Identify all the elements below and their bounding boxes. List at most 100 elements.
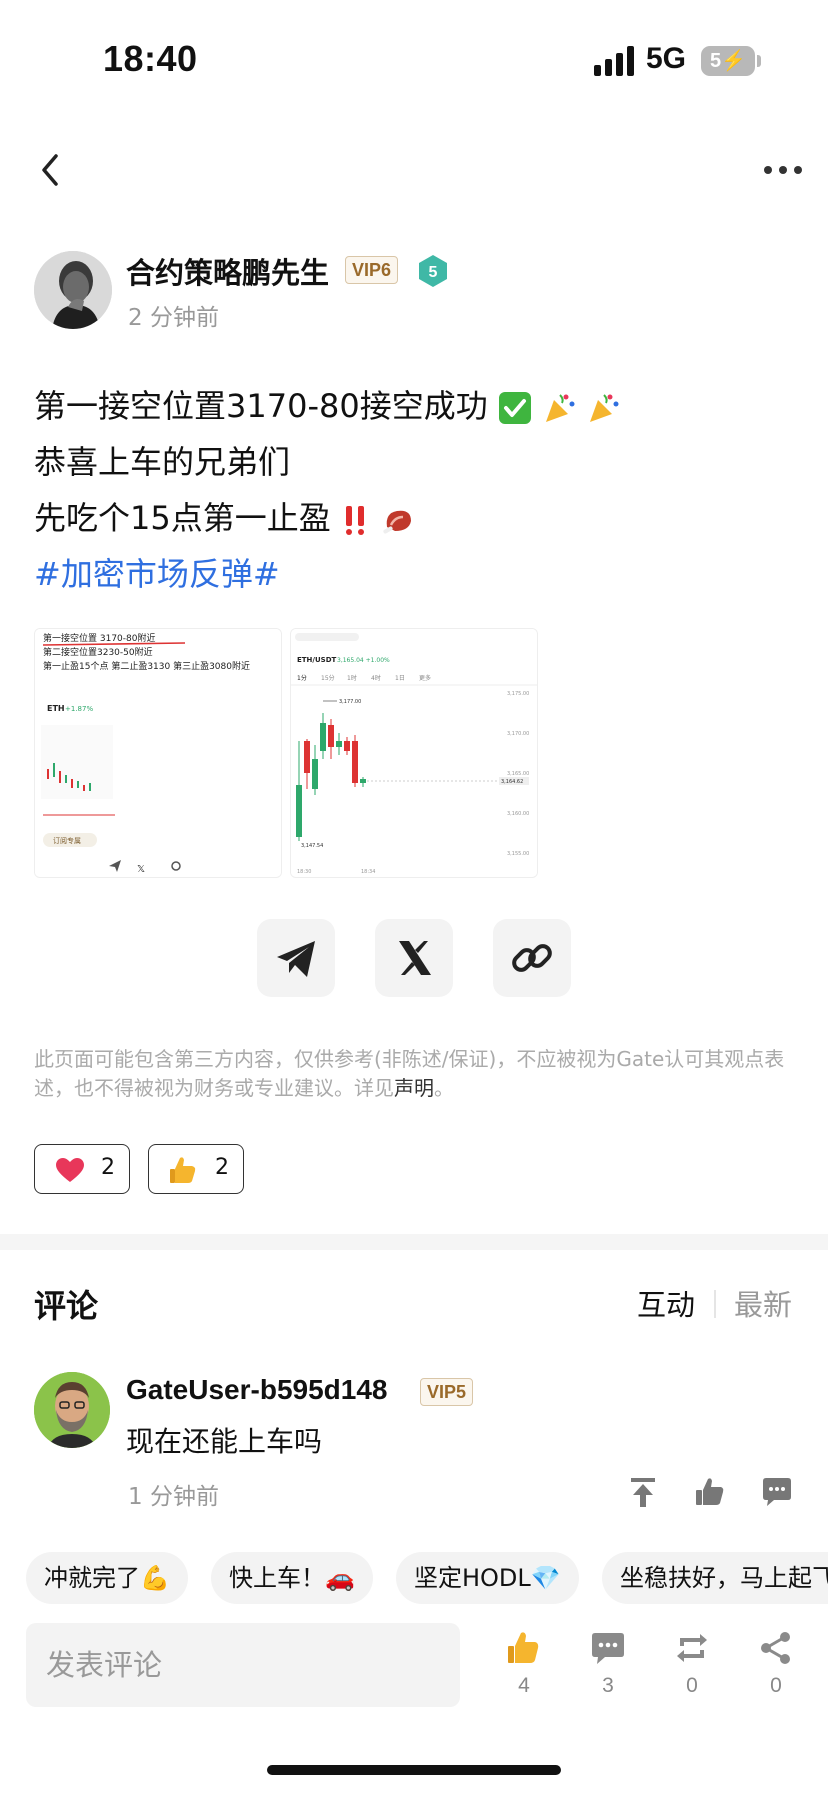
battery-icon: 5⚡: [701, 46, 755, 76]
post-image-1[interactable]: 第一接空位置 3170-80附近 第二接空位置3230-50附近 第一止盈15个…: [34, 628, 282, 878]
reaction-thumbs-up[interactable]: 2: [148, 1144, 244, 1194]
hashtag-link[interactable]: #加密市场反弹#: [34, 546, 794, 602]
pin-comment-button[interactable]: [626, 1475, 660, 1509]
share-telegram-button[interactable]: [257, 919, 335, 997]
status-time: 18:40: [103, 38, 198, 79]
author-avatar[interactable]: [34, 251, 112, 329]
image-a-change: +1.87%: [65, 705, 93, 713]
commenter-avatar[interactable]: [34, 1372, 110, 1448]
image-b-y-tick: 3,165.00: [507, 771, 529, 777]
image-a-ticker: ETH: [47, 704, 65, 713]
post-line-3: 先吃个15点第一止盈: [34, 490, 794, 546]
vip-badge: VIP6: [345, 256, 399, 284]
image-b-x-tick: 18:30: [297, 869, 311, 875]
sort-hot-tab[interactable]: 互动: [637, 1282, 695, 1324]
check-mark-icon: [498, 392, 531, 424]
author-name[interactable]: 合约策略鹏先生: [126, 250, 329, 292]
image-b-tab: 1分: [297, 674, 307, 682]
heart-icon: [56, 1158, 84, 1182]
repost-action[interactable]: 0: [662, 1630, 722, 1698]
comment-count: 3: [602, 1674, 614, 1697]
image-b-last: 3,164.62: [501, 779, 523, 785]
double-exclamation-icon: [345, 506, 364, 535]
home-indicator: [267, 1765, 561, 1775]
image-b-tab: 15分: [321, 674, 335, 682]
sort-new-tab[interactable]: 最新: [734, 1282, 792, 1324]
disclaimer: 此页面可能包含第三方内容，仅供参考(非陈述/保证)，不应被视为Gate认可其观点…: [34, 1045, 796, 1103]
comment-input[interactable]: 发表评论: [26, 1623, 460, 1707]
quick-reply-chip[interactable]: 快上车！🚗: [211, 1552, 373, 1604]
post-body: 第一接空位置3170-80接空成功 恭喜上车的兄弟们 先吃个15点第一止盈 #加…: [34, 378, 794, 602]
post-line-1-text: 第一接空位置3170-80接空成功: [34, 387, 488, 425]
share-action[interactable]: 0: [746, 1630, 806, 1698]
level-number: 5: [429, 264, 438, 281]
disclaimer-link[interactable]: 声明: [394, 1076, 434, 1100]
like-action[interactable]: 4: [494, 1630, 554, 1698]
image-b-y-tick: 3,170.00: [507, 731, 529, 737]
more-button[interactable]: [758, 158, 808, 182]
image-a-line-3: 第一止盈15个点 第二止盈3130 第三止盈3080附近: [43, 660, 250, 672]
image-b-price: 3,165.04 +1.00%: [337, 657, 390, 664]
copy-link-button[interactable]: [493, 919, 571, 997]
post-line-2: 恭喜上车的兄弟们: [34, 443, 291, 481]
post-image-2[interactable]: ETH/USDT 3,165.04 +1.00% 1分 15分 1时 4时 1日…: [290, 628, 538, 878]
post-line-1: 第一接空位置3170-80接空成功: [34, 378, 794, 434]
level-badge-icon: 5: [419, 255, 447, 287]
comment-time: 1 分钟前: [128, 1484, 219, 1510]
battery-level: 5: [709, 50, 722, 72]
image-b-tab: 4时: [371, 674, 381, 682]
comment-like-button[interactable]: [693, 1475, 727, 1509]
share-count: 0: [770, 1674, 782, 1697]
image-a-line-2: 第二接空位置3230-50附近: [43, 646, 153, 658]
link-icon: [512, 944, 552, 972]
author-avatar-image: [34, 251, 112, 329]
image-a-line-1: 第一接空位置 3170-80附近: [43, 632, 155, 644]
thumbs-up-emoji-icon: [170, 1157, 196, 1183]
sort-separator: [714, 1290, 716, 1318]
image-b-tab: 1时: [347, 674, 357, 682]
party-popper-icon: [590, 394, 619, 422]
more-dots-icon: [764, 166, 802, 174]
commenter-vip-badge: VIP5: [420, 1378, 474, 1406]
signal-icon: [594, 46, 636, 76]
comment-action[interactable]: 3: [578, 1630, 638, 1698]
image-b-pair: ETH/USDT: [297, 656, 337, 664]
thumbs-up-emoji-icon: [508, 1632, 539, 1663]
post-image-2-content: ETH/USDT 3,165.04 +1.00% 1分 15分 1时 4时 1日…: [291, 629, 537, 877]
image-b-tab: 1日: [395, 675, 405, 682]
image-a-tag: 订阅专属: [53, 836, 81, 845]
commenter-name[interactable]: GateUser-b595d148: [126, 1374, 387, 1406]
reaction-count: 2: [215, 1155, 229, 1180]
level-badge: 5: [418, 254, 448, 288]
like-count: 4: [518, 1674, 530, 1697]
quick-reply-chip[interactable]: 冲就完了💪: [26, 1552, 188, 1604]
reaction-heart[interactable]: 2: [34, 1144, 130, 1194]
share-x-button[interactable]: [375, 919, 453, 997]
image-b-tab: 更多: [419, 674, 431, 682]
chat-bubble-icon: [763, 1478, 791, 1506]
quick-reply-chip[interactable]: 坚定HODL💎: [396, 1552, 579, 1604]
comment-text: 现在还能上车吗: [126, 1425, 323, 1458]
x-logo-icon: [399, 941, 431, 975]
image-b-x-tick: 18:34: [361, 869, 375, 875]
chat-bubble-icon: [592, 1633, 624, 1664]
quick-reply-bar: 冲就完了💪 快上车！🚗 坚定HODL💎 坐稳扶好，马上起飞: [26, 1552, 828, 1604]
meat-icon: [383, 510, 412, 534]
reaction-count: 2: [101, 1155, 115, 1180]
post-image-1-content: 第一接空位置 3170-80附近 第二接空位置3230-50附近 第一止盈15个…: [35, 629, 281, 877]
image-b-y-tick: 3,155.00: [507, 851, 529, 857]
image-b-y-tick: 3,175.00: [507, 691, 529, 697]
telegram-icon: [277, 941, 315, 977]
svg-text:𝕏: 𝕏: [137, 864, 145, 875]
section-divider: [0, 1234, 828, 1250]
quick-reply-chip[interactable]: 坐稳扶好，马上起飞: [602, 1552, 828, 1604]
status-bar: 18:40 5G 5⚡: [0, 0, 828, 120]
pin-to-top-icon: [631, 1478, 655, 1507]
chevron-left-icon: [42, 154, 58, 186]
image-b-y-tick: 3,160.00: [507, 811, 529, 817]
repost-icon: [677, 1634, 707, 1662]
comment-reply-button[interactable]: [760, 1475, 794, 1509]
image-b-high: 3,177.00: [339, 699, 361, 705]
post-line-3-text: 先吃个15点第一止盈: [34, 499, 331, 537]
back-button[interactable]: [36, 150, 66, 190]
